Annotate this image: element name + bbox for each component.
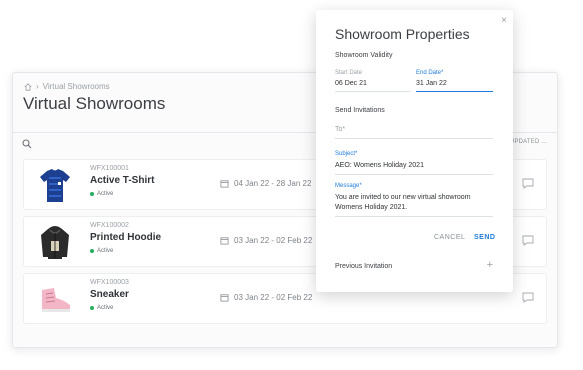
end-date-label: End Date* [416, 70, 444, 76]
end-date-field[interactable]: 31 Jan 22 [416, 79, 447, 89]
product-code: WFX100001 [90, 165, 129, 172]
search-icon[interactable] [22, 139, 32, 149]
comment-icon[interactable] [522, 178, 534, 189]
status-badge: Active [90, 191, 113, 197]
status-badge: Active [90, 248, 113, 254]
to-underline [335, 138, 493, 139]
home-icon[interactable] [24, 82, 32, 91]
send-invitations-label: Send Invitations [335, 107, 385, 114]
validity-label: Showroom Validity [335, 52, 393, 59]
subject-field[interactable]: AEO: Womens Holiday 2021 [335, 161, 424, 171]
product-name[interactable]: Active T-Shirt [90, 175, 154, 186]
status-badge: Active [90, 305, 113, 311]
end-date-underline [416, 91, 493, 92]
status-dot-icon [90, 249, 94, 253]
message-label: Message* [335, 183, 362, 189]
date-range: 04 Jan 22 - 28 Jan 22 [220, 179, 311, 188]
product-code: WFX100002 [90, 222, 129, 229]
start-date-label: Start Date [335, 70, 363, 76]
close-icon[interactable]: × [501, 15, 507, 26]
calendar-icon [220, 180, 229, 188]
calendar-icon [220, 294, 229, 302]
comment-icon[interactable] [522, 235, 534, 246]
subject-underline [335, 174, 493, 175]
start-date-underline [335, 91, 410, 92]
breadcrumb-separator-icon: › [36, 82, 39, 91]
plus-icon[interactable]: + [487, 259, 493, 271]
subject-label: Subject* [335, 151, 358, 157]
status-dot-icon [90, 192, 94, 196]
page-title: Virtual Showrooms [23, 94, 166, 113]
product-name[interactable]: Sneaker [90, 289, 129, 300]
modal-title: Showroom Properties [335, 26, 470, 42]
comment-icon[interactable] [522, 292, 534, 303]
product-code: WFX100003 [90, 279, 129, 286]
previous-invitation-toggle[interactable]: Previous Invitation [335, 263, 392, 270]
date-range: 03 Jan 22 - 02 Feb 22 [220, 236, 312, 245]
showroom-properties-modal: × Showroom Properties Showroom Validity … [316, 10, 513, 292]
sneaker-icon [42, 288, 70, 312]
date-range: 03 Jan 22 - 02 Feb 22 [220, 293, 312, 302]
to-field[interactable]: To* [335, 126, 345, 133]
hoodie-icon [41, 226, 69, 259]
product-name[interactable]: Printed Hoodie [90, 232, 161, 243]
start-date-field[interactable]: 06 Dec 21 [335, 79, 367, 89]
message-underline [335, 216, 493, 217]
breadcrumb-item[interactable]: Virtual Showrooms [43, 82, 110, 91]
status-dot-icon [90, 306, 94, 310]
breadcrumb: › Virtual Showrooms [24, 82, 110, 91]
send-button[interactable]: SEND [474, 234, 495, 241]
calendar-icon [220, 237, 229, 245]
cancel-button[interactable]: CANCEL [434, 234, 465, 241]
message-field[interactable]: You are invited to our new virtual showr… [335, 193, 493, 213]
tshirt-icon [40, 169, 70, 202]
